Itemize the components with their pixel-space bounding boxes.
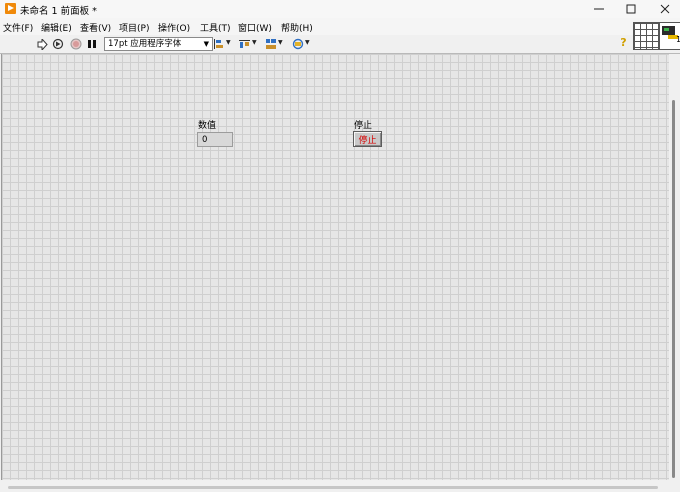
vi-icon-number: 1 bbox=[676, 35, 680, 44]
horizontal-scrollbar[interactable] bbox=[0, 480, 680, 492]
font-select-value: 17pt 应用程序字体 bbox=[108, 39, 182, 49]
abort-icon[interactable] bbox=[70, 38, 82, 50]
numeric-control[interactable]: 0 bbox=[197, 132, 233, 147]
toolbar: 17pt 应用程序字体 ▼ ▼ ▼ ▼ ▼ ? bbox=[0, 35, 680, 54]
menu-edit[interactable]: 编辑(E) bbox=[41, 21, 72, 34]
labview-app-icon bbox=[5, 3, 16, 14]
menu-operate[interactable]: 操作(O) bbox=[158, 21, 190, 34]
vertical-scrollbar[interactable] bbox=[669, 54, 680, 480]
stop-button[interactable]: 停止 bbox=[353, 131, 382, 147]
minimize-icon bbox=[594, 8, 604, 10]
numeric-value: 0 bbox=[202, 135, 208, 145]
reorder-icon[interactable] bbox=[292, 38, 304, 50]
chevron-down-icon: ▼ bbox=[305, 39, 310, 46]
pause-icon[interactable] bbox=[86, 38, 98, 50]
menu-bar: 文件(F) 编辑(E) 查看(V) 项目(P) 操作(O) 工具(T) 窗口(W… bbox=[0, 18, 680, 35]
horizontal-scroll-thumb[interactable] bbox=[8, 486, 658, 489]
chevron-down-icon: ▼ bbox=[203, 40, 209, 48]
chevron-down-icon: ▼ bbox=[278, 39, 283, 46]
menu-help[interactable]: 帮助(H) bbox=[281, 21, 313, 34]
context-help-icon[interactable]: ? bbox=[618, 37, 629, 49]
stop-button-text: 停止 bbox=[358, 135, 377, 146]
chevron-down-icon: ▼ bbox=[226, 39, 231, 46]
distribute-objects-icon[interactable] bbox=[239, 38, 251, 50]
connector-pane[interactable] bbox=[633, 22, 660, 50]
run-continuously-icon[interactable] bbox=[52, 38, 64, 50]
title-bar: 未命名 1 前面板 * bbox=[0, 0, 680, 18]
window-title: 未命名 1 前面板 * bbox=[20, 6, 97, 17]
vertical-scroll-thumb[interactable] bbox=[672, 100, 675, 478]
minimize-button[interactable] bbox=[582, 0, 616, 18]
menu-file[interactable]: 文件(F) bbox=[3, 21, 33, 34]
maximize-button[interactable] bbox=[614, 0, 648, 18]
close-icon bbox=[660, 4, 670, 14]
maximize-icon bbox=[626, 4, 636, 14]
front-panel-canvas[interactable]: 数值 停止 bbox=[1, 54, 669, 480]
vi-icon[interactable]: 1 bbox=[659, 22, 680, 50]
menu-project[interactable]: 项目(P) bbox=[119, 21, 149, 34]
monitor-icon bbox=[662, 26, 675, 35]
font-select[interactable]: 17pt 应用程序字体 ▼ bbox=[104, 37, 213, 51]
menu-window[interactable]: 窗口(W) bbox=[238, 21, 272, 34]
close-button[interactable] bbox=[648, 0, 680, 18]
chevron-down-icon: ▼ bbox=[252, 39, 257, 46]
menu-tools[interactable]: 工具(T) bbox=[200, 21, 231, 34]
resize-objects-icon[interactable] bbox=[265, 38, 277, 50]
numeric-label: 数值 bbox=[198, 121, 217, 131]
align-objects-icon[interactable] bbox=[213, 38, 225, 50]
run-arrow-icon[interactable] bbox=[36, 38, 48, 50]
stop-label: 停止 bbox=[354, 121, 373, 131]
menu-view[interactable]: 查看(V) bbox=[80, 21, 111, 34]
